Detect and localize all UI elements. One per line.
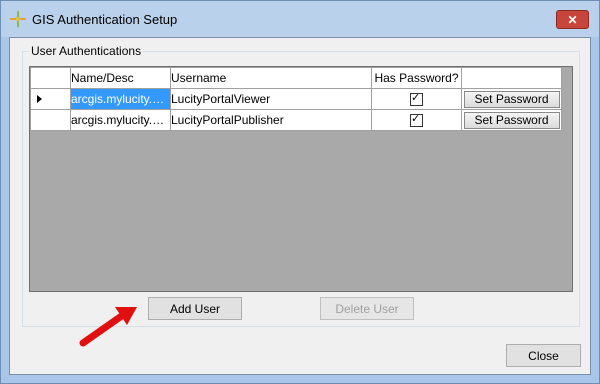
window-close-button[interactable]: ✕ [556, 10, 589, 29]
authentications-grid[interactable]: Name/Desc Username Has Password? arcgis.… [29, 66, 573, 292]
has-password-checkbox[interactable] [410, 112, 423, 128]
annotation-arrow-icon [79, 307, 137, 347]
cell-username[interactable]: LucityPortalPublisher [170, 109, 372, 131]
row-header[interactable] [30, 88, 71, 110]
group-label: User Authentications [29, 44, 144, 58]
grid-header-row: Name/Desc Username Has Password? [30, 67, 562, 89]
close-button[interactable]: Close [506, 344, 581, 367]
dialog-window: GIS Authentication Setup ✕ User Authenti… [0, 0, 600, 384]
current-row-arrow-icon [37, 95, 42, 103]
row-header[interactable] [30, 109, 71, 131]
column-header-has-password[interactable]: Has Password? [371, 67, 462, 89]
column-header-name[interactable]: Name/Desc [70, 67, 171, 89]
delete-user-button[interactable]: Delete User [320, 297, 414, 320]
set-password-button[interactable]: Set Password [463, 90, 560, 108]
window-title: GIS Authentication Setup [32, 12, 178, 27]
has-password-checkbox[interactable] [410, 91, 423, 107]
gis-app-icon [10, 11, 26, 27]
column-header-action [461, 67, 562, 89]
cell-action: Set Password [461, 109, 562, 131]
title-bar: GIS Authentication Setup ✕ [1, 1, 599, 37]
table-row[interactable]: arcgis.mylucity.vi... LucityPortalViewer… [30, 88, 562, 110]
user-authentications-group: User Authentications Name/Desc Username … [22, 44, 580, 327]
cell-action: Set Password [461, 88, 562, 110]
row-header-corner [30, 67, 71, 89]
cell-has-password[interactable] [371, 109, 462, 131]
cell-username[interactable]: LucityPortalViewer [170, 88, 372, 110]
set-password-button[interactable]: Set Password [463, 111, 560, 129]
cell-name[interactable]: arcgis.mylucity.vi... [70, 88, 171, 110]
cell-name[interactable]: arcgis.mylucity.pu... [70, 109, 171, 131]
column-header-username[interactable]: Username [170, 67, 372, 89]
grid-table: Name/Desc Username Has Password? arcgis.… [30, 67, 562, 131]
cell-has-password[interactable] [371, 88, 462, 110]
table-row[interactable]: arcgis.mylucity.pu... LucityPortalPublis… [30, 109, 562, 131]
add-user-button[interactable]: Add User [148, 297, 242, 320]
